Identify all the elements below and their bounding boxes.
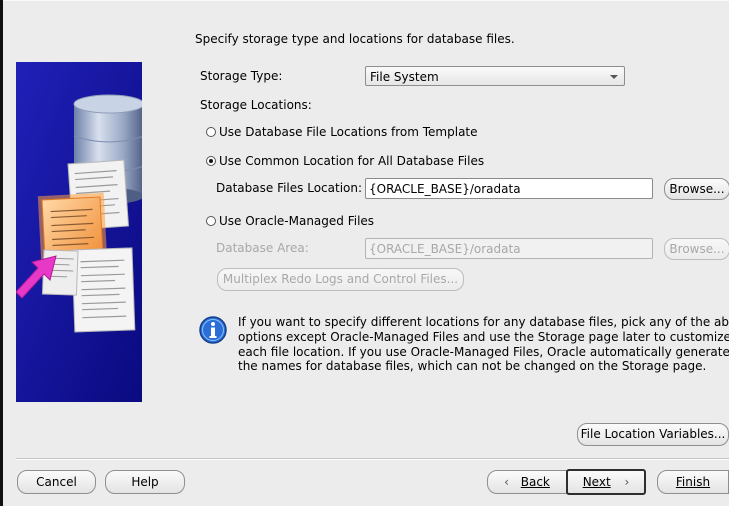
back-label: Back <box>520 475 550 489</box>
database-files-location-input[interactable]: {ORACLE_BASE}/oradata <box>365 178 653 199</box>
back-button[interactable]: ‹ Back <box>487 470 567 494</box>
cancel-button[interactable]: Cancel <box>17 470 96 494</box>
radio-icon <box>206 127 216 137</box>
wizard-illustration <box>16 62 142 402</box>
file-location-variables-button[interactable]: File Location Variables... <box>577 423 729 446</box>
instruction-text: Specify storage type and locations for d… <box>195 32 515 46</box>
info-line-1: If you want to specify different locatio… <box>238 315 729 329</box>
radio-selected-icon <box>206 156 216 166</box>
storage-type-value: File System <box>370 70 439 84</box>
footer-separator-highlight <box>16 459 729 460</box>
window-left-edge <box>0 0 3 506</box>
next-label: Next <box>582 475 611 489</box>
radio-oracle-managed[interactable] <box>206 216 216 226</box>
storage-type-label: Storage Type: <box>200 69 283 83</box>
radio-oracle-managed-label[interactable]: Use Oracle-Managed Files <box>219 214 374 228</box>
top-border <box>0 0 729 1</box>
database-area-value: {ORACLE_BASE}/oradata <box>369 242 521 256</box>
multiplex-redo-logs-button[interactable]: Multiplex Redo Logs and Control Files... <box>217 268 464 291</box>
info-line-2: options except Oracle-Managed Files and … <box>238 330 729 344</box>
browse-button[interactable]: Browse... <box>664 178 729 200</box>
next-button[interactable]: Next › <box>566 469 646 495</box>
help-label: Help <box>131 475 159 489</box>
browse-area-button[interactable]: Browse... <box>664 238 729 260</box>
radio-template-locations[interactable] <box>206 127 216 137</box>
storage-locations-label: Storage Locations: <box>200 98 312 112</box>
info-line-4: the names for database files, which can … <box>238 359 707 373</box>
database-files-location-label: Database Files Location: <box>216 181 363 195</box>
radio-template-locations-label[interactable]: Use Database File Locations from Templat… <box>219 125 478 139</box>
chevron-down-icon <box>610 75 618 79</box>
database-area-label: Database Area: <box>216 241 309 255</box>
finish-label: Finish <box>675 475 711 489</box>
chevron-right-icon: › <box>624 475 630 489</box>
radio-icon <box>206 216 216 226</box>
help-button[interactable]: Help <box>105 470 185 494</box>
database-area-input[interactable]: {ORACLE_BASE}/oradata <box>365 238 653 259</box>
radio-common-location-label[interactable]: Use Common Location for All Database Fil… <box>219 154 484 168</box>
database-files-location-value: {ORACLE_BASE}/oradata <box>369 182 521 196</box>
chevron-left-icon: ‹ <box>504 475 509 489</box>
info-icon <box>199 316 227 344</box>
storage-type-select[interactable]: File System <box>365 66 625 86</box>
finish-button[interactable]: Finish <box>657 470 729 494</box>
info-line-3: each file location. If you use Oracle-Ma… <box>238 345 729 359</box>
